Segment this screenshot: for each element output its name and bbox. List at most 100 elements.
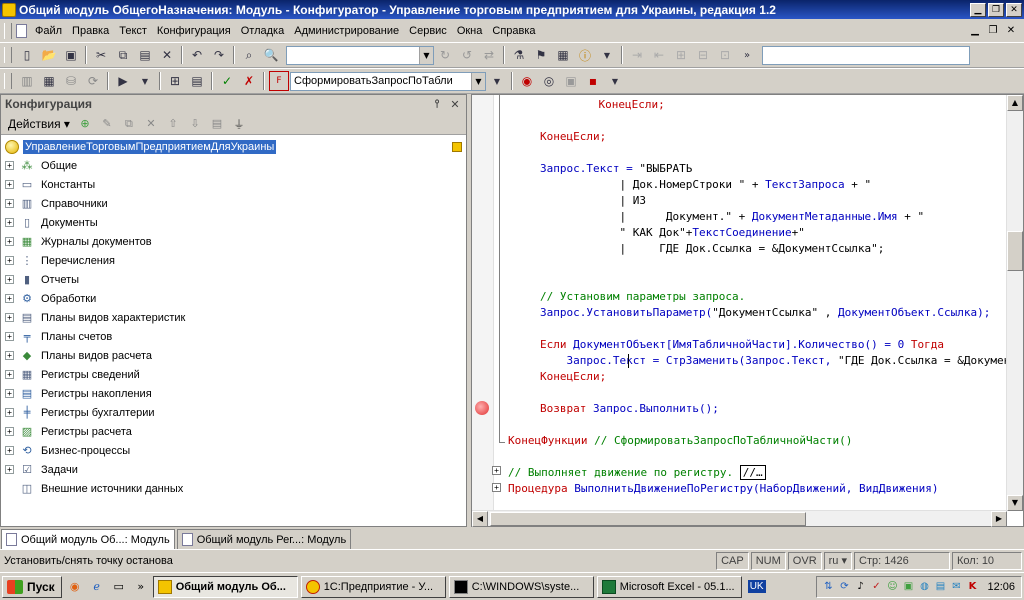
show-desktop-icon[interactable]: ▭: [110, 578, 128, 596]
tree-item[interactable]: + ▥ Справочники: [5, 194, 466, 213]
horizontal-scroll-thumb[interactable]: [490, 511, 806, 526]
indent-icon[interactable]: ⇥: [627, 45, 647, 65]
redo-icon[interactable]: ↷: [209, 45, 229, 65]
add-icon[interactable]: ⊕: [76, 115, 94, 133]
gutter[interactable]: [472, 95, 494, 511]
task-button-cmd[interactable]: C:\WINDOWS\syste...: [448, 575, 594, 598]
breakpoint-icon[interactable]: ◉: [517, 71, 537, 91]
procedure-combo[interactable]: СформироватьЗапросПоТабли ▼: [290, 71, 486, 91]
scroll-down-icon[interactable]: ▼: [1007, 495, 1023, 511]
messenger-icon[interactable]: ☺: [885, 580, 899, 594]
db-config-icon[interactable]: ▥: [17, 71, 37, 91]
bookmark-icon[interactable]: ⚑: [531, 45, 551, 65]
expand-procedure-icon[interactable]: +: [492, 483, 501, 492]
tree-item[interactable]: + ◆ Планы видов расчета: [5, 346, 466, 365]
expand-icon[interactable]: +: [5, 427, 14, 436]
mdi-close-icon[interactable]: ✕: [1004, 24, 1018, 38]
open-icon[interactable]: 📂: [39, 45, 59, 65]
breakpoint-marker[interactable]: [475, 401, 489, 415]
vertical-scroll-thumb[interactable]: [1007, 231, 1023, 271]
expand-icon[interactable]: +: [5, 275, 14, 284]
minimize-button[interactable]: ▁: [970, 2, 986, 17]
toolbar-dropdown-icon[interactable]: ▼: [605, 71, 625, 91]
search-next-icon[interactable]: ↻: [435, 45, 455, 65]
printer-icon[interactable]: ▤: [933, 580, 947, 594]
wrap-icon[interactable]: ⊡: [715, 45, 735, 65]
module-check-icon[interactable]: ▤: [187, 71, 207, 91]
horizontal-scrollbar[interactable]: ◀ ▶: [472, 510, 1007, 527]
mdi-restore-icon[interactable]: ❐: [986, 24, 1000, 38]
move-up-icon[interactable]: ⇧: [164, 115, 182, 133]
menu-edit[interactable]: Правка: [67, 22, 114, 40]
scroll-right-icon[interactable]: ▶: [991, 510, 1007, 527]
templates-icon[interactable]: ▦: [553, 45, 573, 65]
tree-item[interactable]: ◫ Внешние источники данных: [5, 479, 466, 498]
expand-icon[interactable]: +: [5, 370, 14, 379]
volume-icon[interactable]: ♪: [853, 580, 867, 594]
collapsed-region[interactable]: //…: [739, 465, 766, 480]
more-icon[interactable]: »: [737, 45, 757, 65]
procedures-list-icon[interactable]: F: [269, 71, 289, 91]
maximize-button[interactable]: ❐: [988, 2, 1004, 17]
task-button-configurator[interactable]: Общий модуль Об...: [152, 575, 298, 598]
code-area[interactable]: КонецЕсли; КонецЕсли; Запрос.Текст = "ВЫ…: [508, 95, 1006, 511]
expand-icon[interactable]: +: [5, 294, 14, 303]
expand-icon[interactable]: +: [5, 256, 14, 265]
expand-icon[interactable]: +: [5, 199, 14, 208]
info-icon[interactable]: ⓘ: [575, 45, 595, 65]
chevron-down-icon[interactable]: ▼: [419, 46, 433, 64]
expand-icon[interactable]: +: [5, 313, 14, 322]
menu-windows[interactable]: Окна: [452, 22, 488, 40]
uncomment-icon[interactable]: ⊟: [693, 45, 713, 65]
copy-icon[interactable]: ⧉: [120, 115, 138, 133]
syntax-helper-icon[interactable]: ⚗: [509, 45, 529, 65]
tree-item[interactable]: + ☑ Задачи: [5, 460, 466, 479]
tab-common-module-registers[interactable]: Общий модуль Рег...: Модуль: [176, 529, 352, 549]
language-indicator[interactable]: ru ▾: [823, 551, 852, 570]
database-icon[interactable]: ⛁: [61, 71, 81, 91]
disabled-breakpoint-icon[interactable]: ◎: [539, 71, 559, 91]
module-structure-icon[interactable]: ⊞: [165, 71, 185, 91]
expand-icon[interactable]: [5, 484, 14, 493]
comment-icon[interactable]: ⊞: [671, 45, 691, 65]
tree-item[interactable]: + ▦ Регистры сведений: [5, 365, 466, 384]
tree-item[interactable]: + ⚙ Обработки: [5, 289, 466, 308]
delete-icon[interactable]: ✕: [157, 45, 177, 65]
expand-icon[interactable]: +: [5, 180, 14, 189]
tree-item[interactable]: + ╪ Регистры бухгалтерии: [5, 403, 466, 422]
chat-icon[interactable]: ✉: [949, 580, 963, 594]
tree-item[interactable]: + ▭ Константы: [5, 175, 466, 194]
quicklaunch-more-icon[interactable]: »: [132, 578, 150, 596]
actions-menu[interactable]: Действия ▾: [4, 117, 74, 131]
compare-icon[interactable]: ▦: [39, 71, 59, 91]
menu-debug[interactable]: Отладка: [236, 22, 289, 40]
toolbar-more-icon[interactable]: ▼: [487, 71, 507, 91]
tree-item[interactable]: + ▨ Регистры расчета: [5, 422, 466, 441]
undo-icon[interactable]: ↶: [187, 45, 207, 65]
pin-icon[interactable]: ⫯: [430, 97, 444, 111]
menu-file[interactable]: Файл: [30, 22, 67, 40]
kaspersky-icon[interactable]: K: [965, 580, 979, 594]
run-debug-icon[interactable]: ▶: [113, 71, 133, 91]
tree-item[interactable]: + ⟲ Бизнес-процессы: [5, 441, 466, 460]
menu-text[interactable]: Текст: [114, 22, 152, 40]
tree-item[interactable]: + ⋮ Перечисления: [5, 251, 466, 270]
scroll-up-icon[interactable]: ▲: [1007, 95, 1023, 111]
clear-breakpoints-icon[interactable]: ▪: [583, 71, 603, 91]
chevron-down-icon[interactable]: ▼: [471, 72, 485, 90]
tree-item[interactable]: + ▤ Планы видов характеристик: [5, 308, 466, 327]
breakpoint-list-icon[interactable]: ▣: [561, 71, 581, 91]
find-in-icon[interactable]: ⌕: [239, 45, 259, 65]
delete-icon[interactable]: ✕: [142, 115, 160, 133]
expand-icon[interactable]: +: [5, 446, 14, 455]
mdi-minimize-icon[interactable]: ▁: [968, 24, 982, 38]
search-combo[interactable]: ▼: [286, 45, 434, 65]
menu-administration[interactable]: Администрирование: [289, 22, 404, 40]
code-editor[interactable]: + + КонецЕсли; КонецЕсли; Запрос.Текст =…: [471, 94, 1024, 527]
expand-icon[interactable]: +: [5, 351, 14, 360]
tree-item[interactable]: + ▦ Журналы документов: [5, 232, 466, 251]
cut-icon[interactable]: ✂: [91, 45, 111, 65]
firefox-icon[interactable]: ◉: [66, 578, 84, 596]
connection-icon[interactable]: ◍: [917, 580, 931, 594]
task-button-excel[interactable]: Microsoft Excel - 05.1...: [596, 575, 742, 598]
